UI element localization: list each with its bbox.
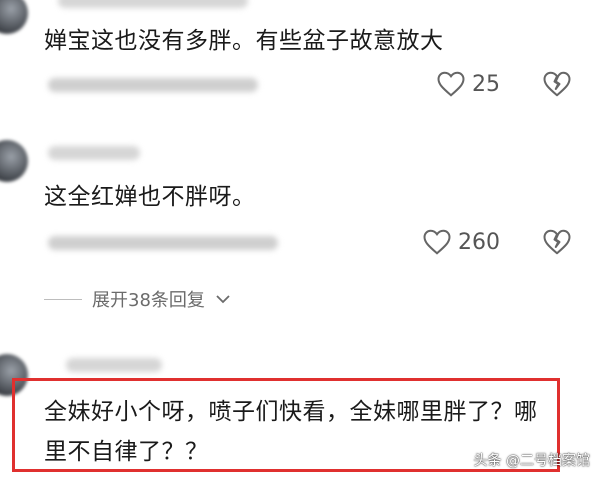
expand-replies-label: 展开38条回复 bbox=[92, 290, 205, 311]
avatar[interactable] bbox=[0, 0, 28, 34]
divider bbox=[44, 298, 82, 300]
heart-outline-icon bbox=[423, 229, 451, 255]
heart-outline-icon bbox=[437, 71, 465, 97]
expand-replies-button[interactable]: 展开38条回复 bbox=[44, 286, 231, 312]
watermark: 头条 @二号档案馆 bbox=[473, 453, 590, 469]
like-count: 25 bbox=[472, 71, 500, 97]
comment-2: 这全红婵也不胖呀。 260 bbox=[0, 130, 606, 280]
comment-1: 婵宝这也没有多胖。有些盆子故意放大 25 bbox=[0, 0, 606, 120]
like-button[interactable]: 260 bbox=[422, 228, 500, 256]
username-blurred[interactable] bbox=[58, 0, 248, 8]
comment-text: 婵宝这也没有多胖。有些盆子故意放大 bbox=[44, 28, 444, 54]
avatar[interactable] bbox=[0, 140, 28, 182]
username-blurred[interactable] bbox=[48, 146, 140, 160]
username-blurred[interactable] bbox=[66, 358, 162, 372]
chevron-down-icon bbox=[216, 295, 230, 304]
like-count: 260 bbox=[458, 229, 500, 255]
broken-heart-icon[interactable] bbox=[542, 70, 572, 98]
comment-text: 这全红婵也不胖呀。 bbox=[44, 184, 256, 210]
broken-heart-icon[interactable] bbox=[542, 228, 572, 256]
comment-meta-blurred bbox=[48, 236, 278, 250]
like-button[interactable]: 25 bbox=[436, 70, 500, 98]
comment-meta-blurred bbox=[48, 78, 258, 92]
